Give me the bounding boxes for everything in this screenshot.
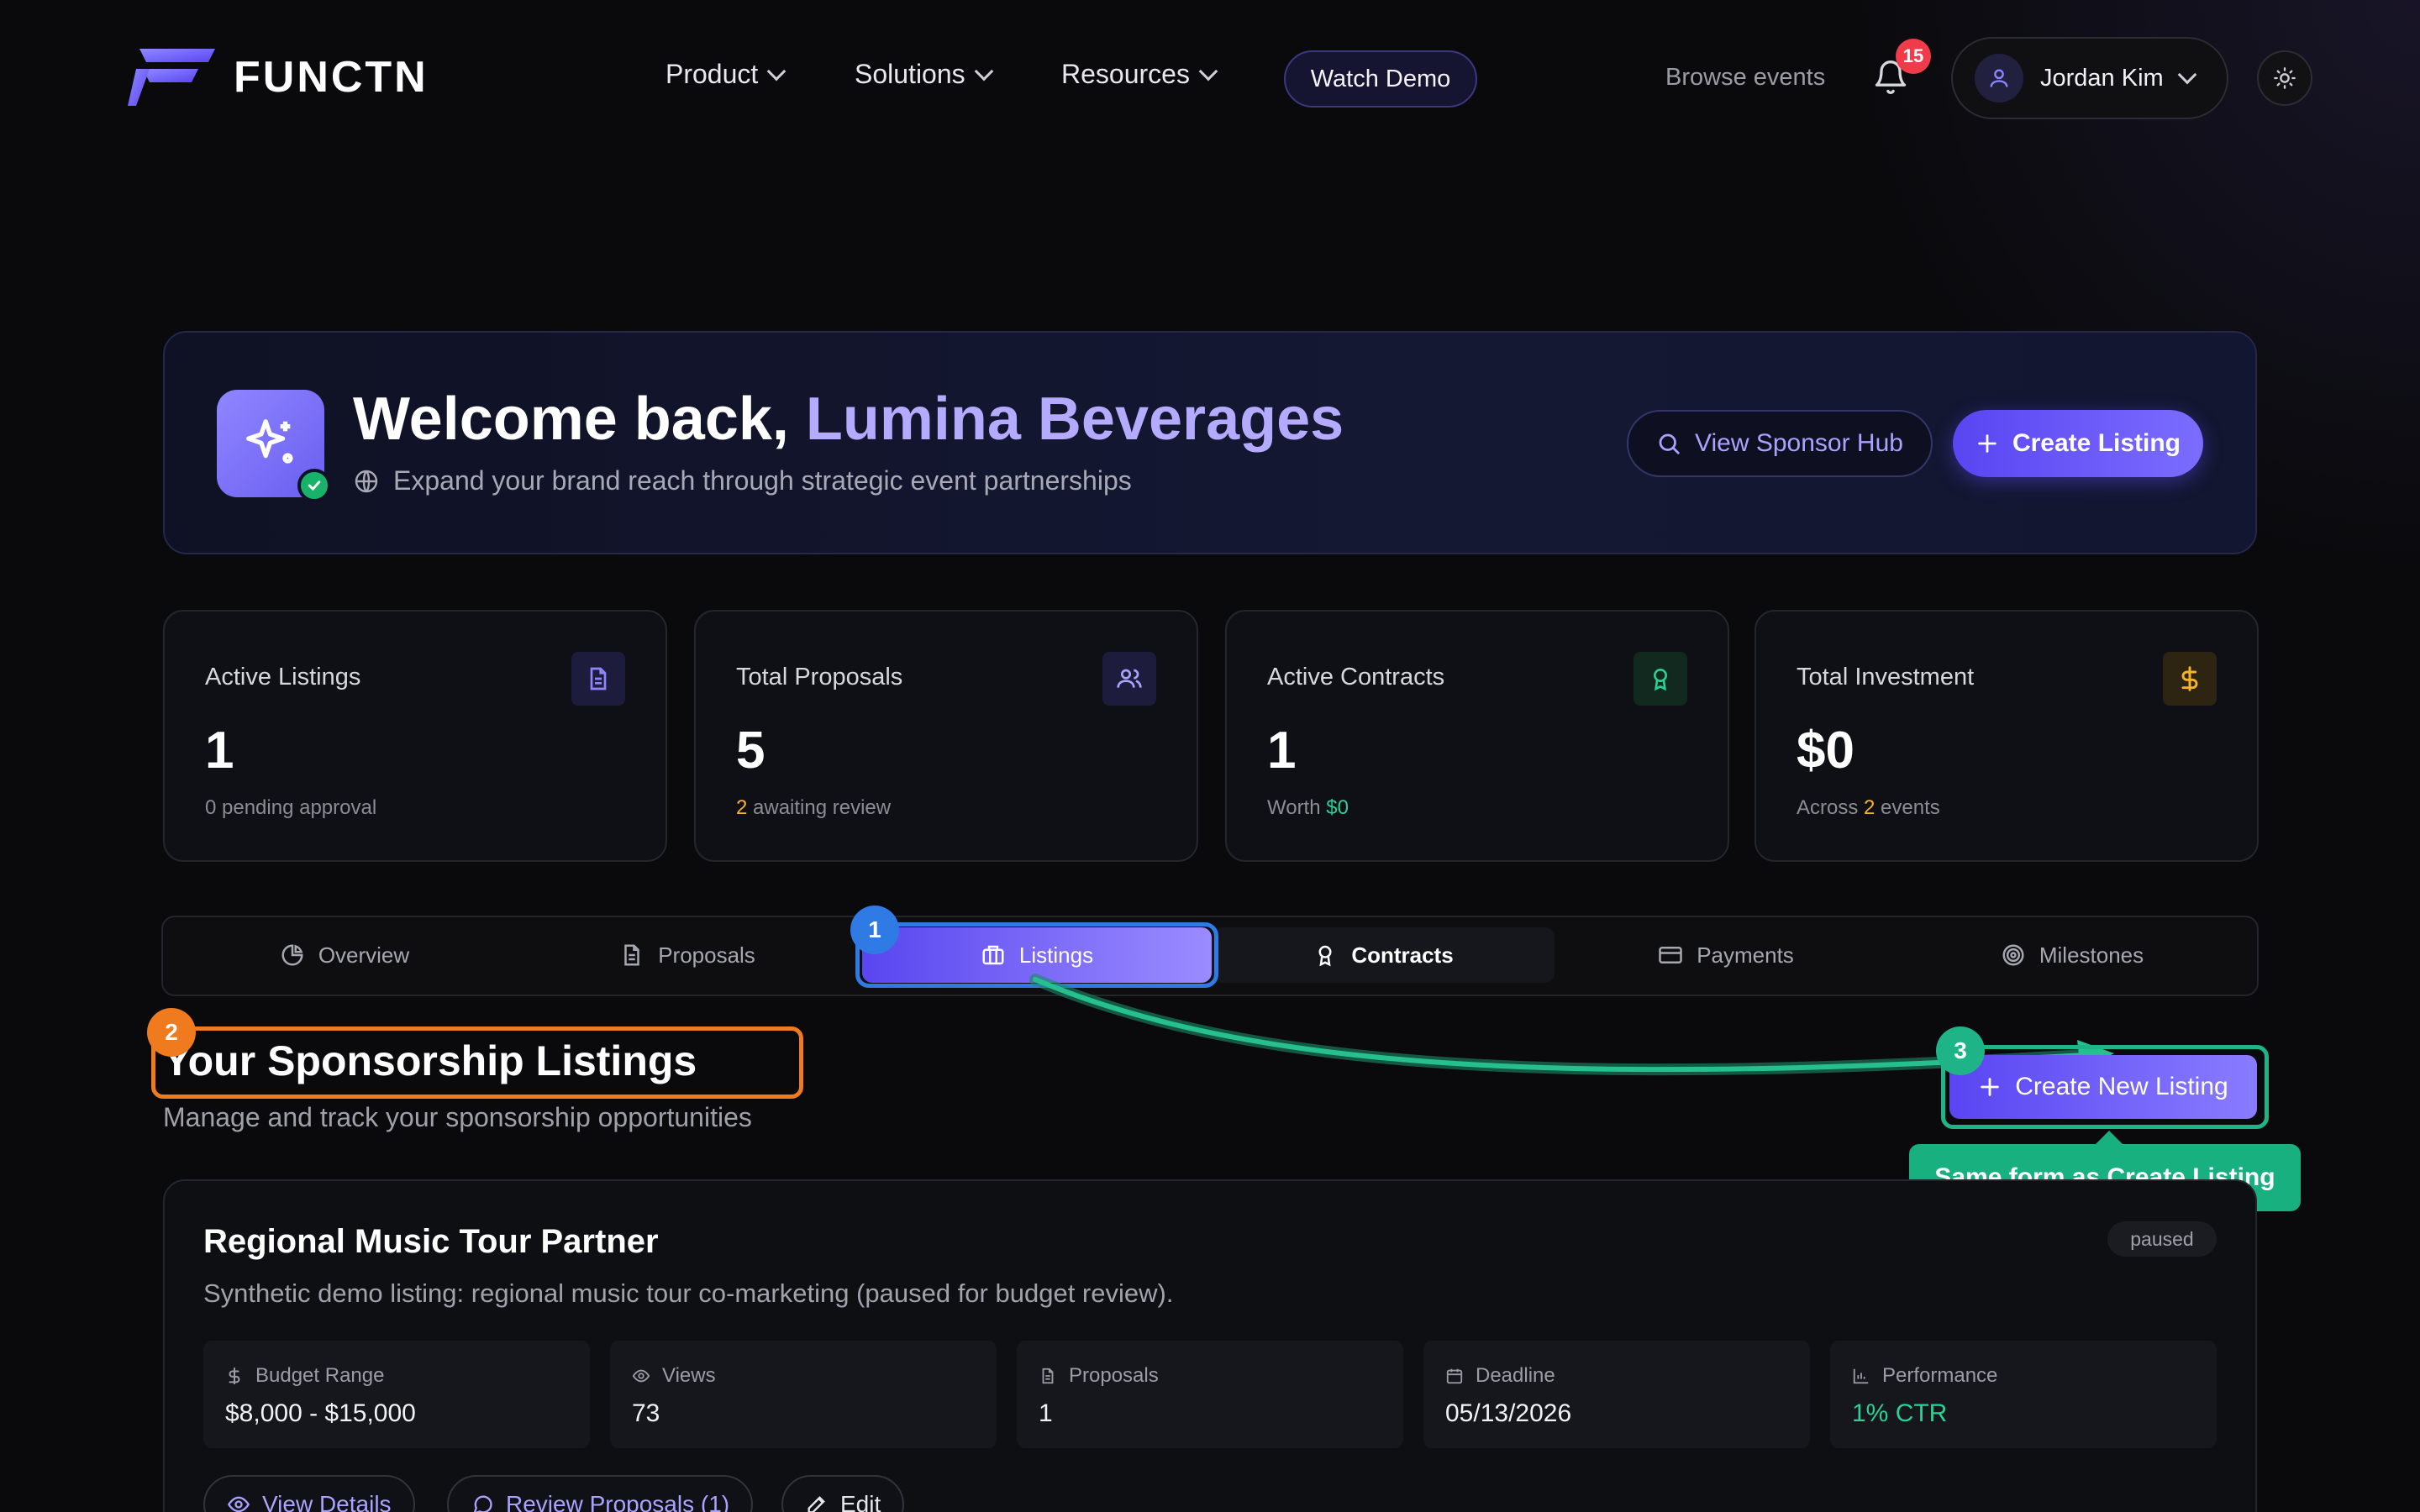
- highlight-section-title: [151, 1026, 803, 1099]
- metric-label: Deadline: [1445, 1364, 1555, 1388]
- metric-value: 73: [632, 1399, 660, 1427]
- metric-proposals: Proposals 1: [1017, 1341, 1403, 1448]
- calendar-icon: [1446, 1368, 1463, 1384]
- document-icon: [1042, 1368, 1054, 1384]
- step-marker-2: 2: [147, 1008, 196, 1057]
- metric-label: Proposals: [1039, 1364, 1159, 1388]
- metric-label: Views: [632, 1364, 716, 1388]
- metric-label-text: Budget Range: [255, 1364, 385, 1387]
- metric-label: Performance: [1852, 1364, 1997, 1388]
- review-proposals-label: Review Proposals (1): [506, 1491, 730, 1512]
- metric-deadline: Deadline 05/13/2026: [1423, 1341, 1810, 1448]
- edit-label: Edit: [840, 1491, 881, 1512]
- metric-label-text: Deadline: [1476, 1364, 1555, 1387]
- metric-label-text: Performance: [1882, 1364, 1998, 1387]
- view-details-label: View Details: [262, 1491, 392, 1512]
- metric-value: $8,000 - $15,000: [225, 1399, 416, 1427]
- highlight-create-new-listing: [1941, 1045, 2269, 1129]
- metric-label-text: Views: [662, 1364, 716, 1387]
- view-details-button[interactable]: View Details: [203, 1475, 415, 1512]
- step-marker-1: 1: [850, 906, 899, 954]
- metric-views: Views 73: [610, 1341, 997, 1448]
- section-subtitle: Manage and track your sponsorship opport…: [163, 1102, 752, 1132]
- step-marker-3: 3: [1936, 1026, 1985, 1075]
- listing-description: Synthetic demo listing: regional music t…: [203, 1278, 1174, 1308]
- bar-chart-icon: [1853, 1368, 1869, 1384]
- metric-value: 1: [1039, 1399, 1053, 1427]
- metric-value: 1% CTR: [1852, 1399, 1948, 1427]
- eye-icon: [227, 1496, 250, 1512]
- metric-budget-range: Budget Range $8,000 - $15,000: [203, 1341, 590, 1448]
- dollar-icon: [229, 1367, 240, 1385]
- metric-performance: Performance 1% CTR: [1830, 1341, 2217, 1448]
- edit-button[interactable]: Edit: [781, 1475, 905, 1512]
- review-proposals-button[interactable]: Review Proposals (1): [447, 1475, 754, 1512]
- listing-title: Regional Music Tour Partner: [203, 1223, 659, 1260]
- status-badge: paused: [2107, 1221, 2217, 1257]
- eye-icon: [632, 1369, 650, 1383]
- metric-value: 05/13/2026: [1445, 1399, 1572, 1427]
- edit-icon: [808, 1496, 825, 1512]
- message-icon: [473, 1495, 492, 1512]
- metric-label: Budget Range: [225, 1364, 384, 1388]
- metric-label-text: Proposals: [1069, 1364, 1159, 1387]
